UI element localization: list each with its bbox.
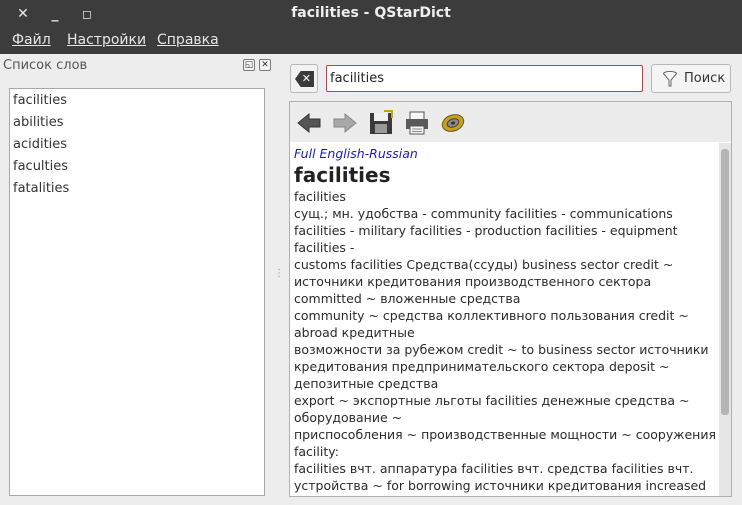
speaker-icon[interactable]: [440, 110, 466, 136]
floppy-disk-icon[interactable]: [368, 110, 394, 136]
menu-help[interactable]: Справка: [157, 32, 219, 48]
window-title: facilities - QStarDict: [291, 5, 451, 21]
menu-help-label: Справка: [157, 32, 219, 48]
list-item[interactable]: facilities: [13, 93, 67, 108]
arrow-left-icon[interactable]: [296, 110, 322, 136]
menu-settings-label: Настройки: [67, 32, 147, 48]
splitter-handle[interactable]: ⋮: [274, 269, 284, 286]
search-input[interactable]: [326, 65, 643, 92]
list-item[interactable]: acidities: [13, 137, 67, 152]
menu-bar: Файл Настройки Справка: [0, 28, 742, 54]
menu-file[interactable]: Файл: [12, 32, 51, 48]
article-line: customs facilities Средства(ссуды) busin…: [294, 257, 674, 306]
article-scrollbar[interactable]: [719, 143, 731, 496]
article-line: сущ.; мн. удобства - community facilitie…: [294, 206, 678, 255]
article-line: export ~ экспортные льготы facilities де…: [294, 393, 690, 425]
article-content: Full English-Russian facilities faciliti…: [294, 145, 716, 495]
word-list[interactable]: facilities abilities acidities faculties…: [9, 88, 265, 496]
printer-icon[interactable]: [404, 110, 430, 136]
list-item[interactable]: abilities: [13, 115, 64, 130]
search-button[interactable]: Поиск: [651, 64, 731, 93]
close-dock-icon[interactable]: ✕: [259, 59, 271, 71]
article-line: приспособления ~ производственные мощнос…: [294, 427, 716, 459]
word-list-title: Список слов: [3, 58, 88, 73]
headword: facilities: [294, 163, 391, 187]
float-dock-icon[interactable]: ◱: [243, 59, 255, 71]
article-line: facilities: [294, 189, 346, 204]
menu-settings[interactable]: Настройки: [67, 32, 146, 48]
list-item[interactable]: faculties: [13, 159, 68, 174]
clear-search-button[interactable]: ✕: [290, 64, 318, 93]
title-bar: ✕ _ ◻ facilities - QStarDict: [0, 0, 742, 28]
clear-icon: ✕: [295, 71, 314, 87]
article-toolbar: [290, 102, 731, 142]
search-button-label: Поиск: [684, 71, 726, 86]
menu-file-label: Файл: [12, 32, 51, 48]
article-line: возможности за рубежом credit ~ to busin…: [294, 342, 709, 391]
article-line: community ~ средства коллективного польз…: [294, 308, 689, 340]
dictionary-name: Full English-Russian: [294, 146, 418, 161]
article-line: facilities вчт. аппаратура facilities вч…: [294, 461, 707, 493]
funnel-icon: [663, 71, 677, 87]
arrow-right-icon[interactable]: [332, 110, 358, 136]
scrollbar-thumb[interactable]: [721, 149, 729, 415]
list-item[interactable]: fatalities: [13, 181, 69, 196]
